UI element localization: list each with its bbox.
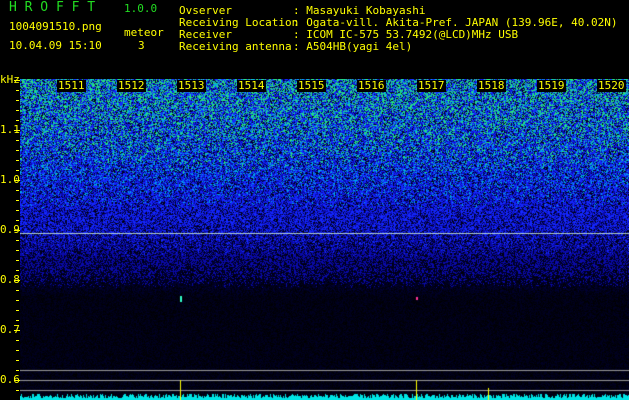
y-tick bbox=[16, 190, 19, 191]
y-tick bbox=[16, 310, 19, 311]
y-tick bbox=[14, 80, 20, 81]
time-label: 1516 bbox=[357, 79, 386, 92]
y-tick bbox=[16, 210, 19, 211]
y-tick bbox=[14, 280, 20, 281]
y-tick bbox=[16, 240, 19, 241]
file-name: 1004091510.png bbox=[9, 20, 102, 33]
y-tick bbox=[16, 120, 19, 121]
y-tick bbox=[14, 380, 20, 381]
y-tick bbox=[16, 110, 19, 111]
y-tick bbox=[14, 180, 20, 181]
y-tick bbox=[16, 340, 19, 341]
info-value: : A504HB(yagi 4el) bbox=[293, 40, 413, 53]
app-version: 1.0.0 bbox=[124, 2, 158, 15]
y-tick bbox=[16, 170, 19, 171]
y-tick bbox=[14, 330, 20, 331]
y-tick bbox=[16, 270, 19, 271]
y-tick bbox=[16, 140, 19, 141]
y-tick bbox=[16, 160, 19, 161]
y-tick bbox=[16, 250, 19, 251]
time-label: 1511 bbox=[57, 79, 86, 92]
app-logo: H R O F F T bbox=[9, 0, 96, 15]
y-tick bbox=[14, 230, 20, 231]
y-tick bbox=[14, 130, 20, 131]
time-label: 1520 bbox=[597, 79, 626, 92]
y-tick bbox=[16, 360, 19, 361]
y-tick bbox=[16, 390, 19, 391]
meteor-count: 3 bbox=[138, 39, 145, 52]
y-tick bbox=[16, 200, 19, 201]
file-datetime: 10.04.09 15:10 bbox=[9, 39, 102, 52]
time-label: 1518 bbox=[477, 79, 506, 92]
y-tick bbox=[16, 220, 19, 221]
spectrogram-plot bbox=[20, 79, 629, 400]
time-label: 1512 bbox=[117, 79, 146, 92]
info-label: Receiving antenna bbox=[179, 40, 292, 53]
y-tick bbox=[16, 100, 19, 101]
y-tick bbox=[16, 370, 19, 371]
y-tick bbox=[16, 300, 19, 301]
y-tick bbox=[16, 90, 19, 91]
time-label: 1513 bbox=[177, 79, 206, 92]
y-tick bbox=[16, 150, 19, 151]
y-tick bbox=[16, 320, 19, 321]
time-label: 1517 bbox=[417, 79, 446, 92]
time-label: 1515 bbox=[297, 79, 326, 92]
time-label: 1519 bbox=[537, 79, 566, 92]
y-tick bbox=[16, 260, 19, 261]
time-label: 1514 bbox=[237, 79, 266, 92]
y-tick bbox=[16, 290, 19, 291]
y-tick bbox=[16, 350, 19, 351]
meteor-label: meteor bbox=[124, 26, 164, 39]
